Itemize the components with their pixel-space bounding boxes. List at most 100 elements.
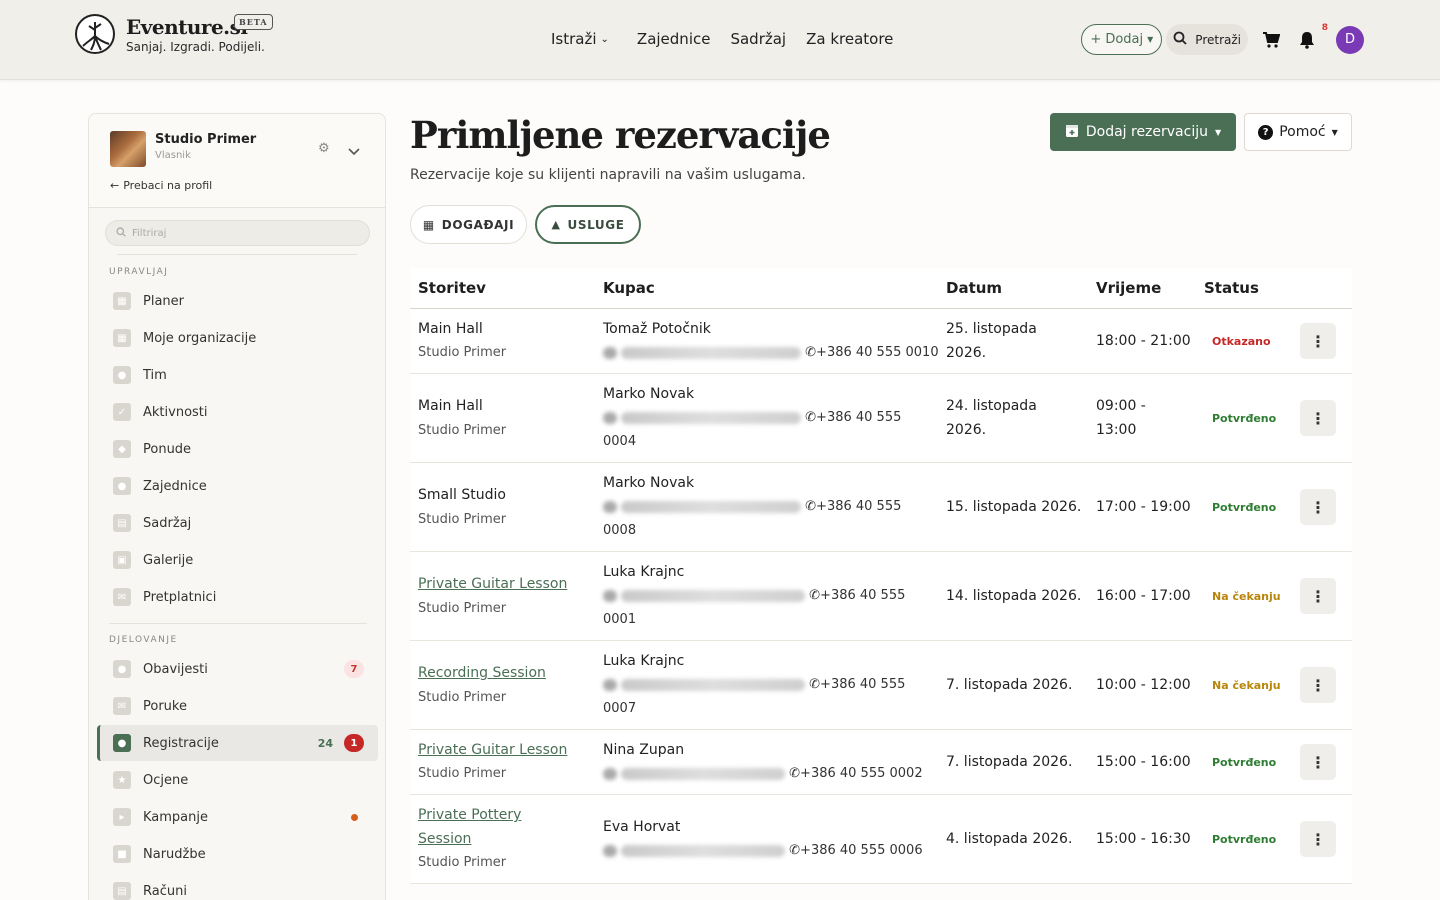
- tab-services[interactable]: ▲ USLUGE: [535, 205, 641, 244]
- column-header[interactable]: Storitev: [418, 279, 486, 297]
- profile-name: Studio Primer: [155, 132, 257, 147]
- table-row[interactable]: Small Studio Studio Primer Marko Novak ✆…: [410, 463, 1352, 552]
- service-org: Studio Primer: [418, 423, 507, 438]
- tab-events[interactable]: ▦ DOGAĐAJI: [410, 205, 527, 244]
- star-icon: ★: [113, 771, 131, 789]
- brand-logo[interactable]: Eventure.si Sanjaj. Izgradi. Podijeli. B…: [75, 14, 273, 54]
- divider: [109, 623, 367, 624]
- caret-down-icon: ▼: [1215, 127, 1222, 137]
- top-navbar: Eventure.si Sanjaj. Izgradi. Podijeli. B…: [0, 0, 1440, 80]
- sidebar-item-subscribers[interactable]: ✉ Pretplatnici: [97, 579, 378, 615]
- table-row[interactable]: Private Guitar Lesson Studio Primer Nina…: [410, 730, 1352, 795]
- time: 16:00 - 17:00: [1096, 588, 1191, 604]
- sidebar-item-campaigns[interactable]: ▸ Kampanje: [97, 799, 378, 835]
- sidebar-item-offers[interactable]: ◆ Ponude: [97, 431, 378, 467]
- profile-thumbnail: [110, 131, 146, 167]
- caret-down-icon: ▼: [1331, 127, 1338, 137]
- section-operate-label: DJELOVANJE: [109, 635, 178, 645]
- nav-creators[interactable]: Za kreatore: [806, 30, 893, 48]
- table-row[interactable]: Private Guitar Lesson Studio Primer Luka…: [410, 552, 1352, 641]
- sidebar-item-organizations[interactable]: ▦ Moje organizacije: [97, 320, 378, 356]
- date: 25. listopada 2026.: [946, 321, 1037, 361]
- phone-icon: ✆: [805, 410, 817, 425]
- filter-placeholder: Filtriraj: [132, 227, 167, 239]
- user-avatar[interactable]: D: [1336, 25, 1364, 54]
- envelope-icon: ✉: [113, 588, 131, 606]
- user-check-icon: ●: [113, 734, 131, 752]
- gear-icon[interactable]: ⚙: [318, 141, 330, 156]
- row-actions-button[interactable]: ⋮: [1300, 667, 1336, 703]
- sidebar-item-galleries[interactable]: ▣ Galerije: [97, 542, 378, 578]
- table-row[interactable]: Recording Session Studio Primer Luka Kra…: [410, 641, 1352, 730]
- page-title: Primljene rezervacije: [410, 113, 831, 157]
- sidebar-item-activities[interactable]: ✓ Aktivnosti: [97, 394, 378, 430]
- service-link[interactable]: Private Guitar Lesson: [418, 572, 567, 596]
- status-badge: Potvrđeno: [1212, 412, 1277, 425]
- table-row[interactable]: Private Pottery Session Studio Primer Ev…: [410, 795, 1352, 884]
- help-label: Pomoć: [1279, 124, 1326, 140]
- envelope-icon: ✉: [113, 697, 131, 715]
- service-link[interactable]: Private Guitar Lesson: [418, 738, 567, 762]
- chevron-down-icon: ⌄: [600, 33, 609, 45]
- sidebar-item-reviews[interactable]: ★ Ocjene: [97, 762, 378, 798]
- nav-communities[interactable]: Zajednice: [637, 30, 711, 48]
- column-header[interactable]: Kupac: [603, 279, 655, 297]
- row-actions-button[interactable]: ⋮: [1300, 323, 1336, 359]
- search-button[interactable]: Pretraži: [1166, 24, 1248, 55]
- date: 7. listopada 2026.: [946, 677, 1073, 693]
- status-badge: Potvrđeno: [1212, 756, 1277, 769]
- sidebar-item-registrations[interactable]: ● Registracije 24 1: [97, 725, 378, 761]
- table-row[interactable]: Main Hall Studio Primer Tomaž Potočnik ✆…: [410, 309, 1352, 374]
- search-icon: [116, 226, 126, 240]
- newspaper-icon: ▤: [113, 514, 131, 532]
- add-dropdown-button[interactable]: + Dodaj ▼: [1081, 24, 1163, 55]
- row-actions-button[interactable]: ⋮: [1300, 400, 1336, 436]
- registrations-count: 24: [317, 736, 333, 750]
- customer-phone[interactable]: +386 40 555 0002: [800, 766, 923, 781]
- status-badge: Na čekanju: [1212, 679, 1281, 692]
- customer-phone[interactable]: +386 40 555 0006: [800, 843, 923, 858]
- date: 24. listopada 2026.: [946, 398, 1037, 438]
- service-link[interactable]: Recording Session: [418, 661, 546, 685]
- search-icon: [1173, 31, 1187, 48]
- sidebar-item-messages[interactable]: ✉ Poruke: [97, 688, 378, 724]
- row-actions-button[interactable]: ⋮: [1300, 744, 1336, 780]
- reservations-table: Storitev Kupac Datum Vrijeme Status Main…: [410, 268, 1352, 884]
- nav-content[interactable]: Sadržaj: [730, 30, 786, 48]
- customer-email-redacted: [621, 589, 805, 602]
- tag-icon: ◆: [113, 440, 131, 458]
- row-actions-button[interactable]: ⋮: [1300, 821, 1336, 857]
- sidebar-item-invoices[interactable]: ▤ Računi: [97, 873, 378, 900]
- customer-phone[interactable]: +386 40 555 0010: [816, 345, 939, 360]
- help-button[interactable]: ? Pomoć ▼: [1244, 113, 1352, 151]
- cart-icon[interactable]: [1260, 29, 1282, 51]
- row-actions-button[interactable]: ⋮: [1300, 578, 1336, 614]
- sidebar-item-label: Ponude: [143, 441, 192, 457]
- divider: [117, 254, 357, 255]
- nav-explore[interactable]: Istraži ⌄: [551, 30, 609, 48]
- bell-icon[interactable]: 8: [1296, 23, 1328, 51]
- sidebar-item-orders[interactable]: ■ Narudžbe: [97, 836, 378, 872]
- profile-role: Vlasnik: [155, 150, 191, 161]
- service-link[interactable]: Private Pottery Session: [418, 803, 568, 851]
- beta-badge: BETA: [234, 14, 273, 30]
- switch-profile-link[interactable]: ← Prebaci na profil: [110, 179, 212, 192]
- add-reservation-button[interactable]: Dodaj rezervaciju ▼: [1050, 113, 1236, 151]
- sidebar-item-planner[interactable]: ▦ Planer: [97, 283, 378, 319]
- column-header[interactable]: Status: [1204, 279, 1259, 297]
- row-actions-button[interactable]: ⋮: [1300, 489, 1336, 525]
- chevron-down-icon[interactable]: [348, 141, 360, 160]
- sidebar-item-content[interactable]: ▤ Sadržaj: [97, 505, 378, 541]
- sidebar-item-team[interactable]: ● Tim: [97, 357, 378, 393]
- table-row[interactable]: Main Hall Studio Primer Marko Novak ✆+38…: [410, 374, 1352, 463]
- sidebar-item-communities[interactable]: ● Zajednice: [97, 468, 378, 504]
- notification-count: 8: [1321, 22, 1328, 33]
- sidebar-item-notifications[interactable]: ● Obavijesti 7: [97, 651, 378, 687]
- customer-name: Marko Novak: [603, 386, 695, 402]
- calendar-plus-icon: [1065, 123, 1079, 142]
- time: 15:00 - 16:30: [1096, 831, 1191, 847]
- filter-input[interactable]: Filtriraj: [105, 220, 370, 246]
- column-header[interactable]: Datum: [946, 279, 1002, 297]
- search-label: Pretraži: [1195, 32, 1241, 47]
- column-header[interactable]: Vrijeme: [1096, 279, 1161, 297]
